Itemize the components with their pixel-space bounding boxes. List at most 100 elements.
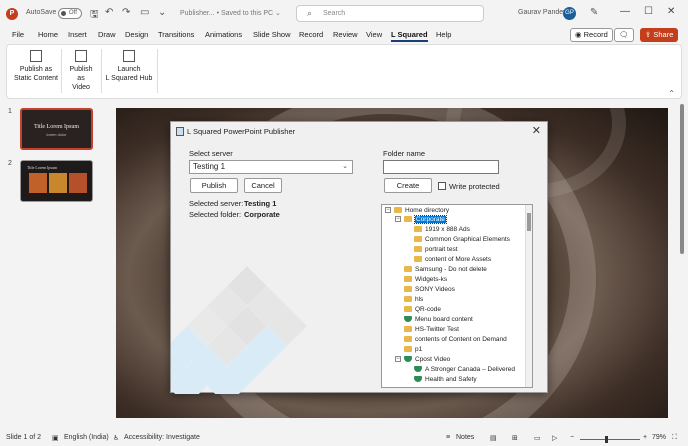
slide-thumbnail-1[interactable]: Title Lorem Ipsum lorem dolor — [20, 108, 93, 150]
dialog-title: L Squared PowerPoint Publisher — [187, 127, 296, 136]
tree-node[interactable]: portrait test — [414, 245, 458, 254]
tab-record[interactable]: Record — [299, 30, 323, 39]
language-status[interactable]: English (India) — [64, 434, 109, 441]
folder-icon — [414, 226, 422, 232]
slide-thumbnail-2[interactable]: Title Lorem Ipsum — [20, 160, 93, 202]
shield-icon — [414, 366, 422, 372]
tree-scrollbar-thumb[interactable] — [527, 213, 531, 231]
tree-node[interactable]: A Stronger Canada – Delivered — [414, 365, 515, 374]
menu-bar: File Home Insert Draw Design Transitions… — [0, 28, 688, 43]
slideshow-icon[interactable]: ▷ — [552, 434, 557, 442]
tree-node[interactable]: Common Graphical Elements — [414, 235, 510, 244]
selected-server-value: Testing 1 — [244, 199, 277, 208]
close-icon[interactable]: ✕ — [532, 124, 541, 137]
folder-icon — [394, 207, 402, 213]
thumb2-title: Title Lorem Ipsum — [27, 165, 58, 170]
tab-view[interactable]: View — [366, 30, 382, 39]
tab-review[interactable]: Review — [333, 30, 358, 39]
collapse-toggle-icon[interactable]: − — [385, 207, 391, 213]
tab-slide-show[interactable]: Slide Show — [253, 30, 291, 39]
tree-node[interactable]: 1919 x 888 Ads — [414, 225, 470, 234]
tree-node[interactable]: hls — [404, 295, 423, 304]
tree-node[interactable]: HS-Twitter Test — [404, 325, 459, 334]
tab-draw[interactable]: Draw — [98, 30, 116, 39]
zoom-slider-knob[interactable] — [605, 436, 608, 443]
tab-home[interactable]: Home — [38, 30, 58, 39]
tab-transitions[interactable]: Transitions — [158, 30, 194, 39]
comments-button[interactable]: 🗨 — [614, 28, 634, 42]
tree-node[interactable]: p1 — [404, 345, 422, 354]
tree-node[interactable]: Home directory — [394, 206, 449, 215]
reading-view-icon[interactable]: ▭ — [534, 434, 541, 442]
search-box[interactable]: ⌕ Search — [296, 5, 484, 22]
undo-icon[interactable]: ↶ — [105, 7, 113, 18]
notes-button[interactable]: Notes — [456, 434, 474, 441]
server-select[interactable]: Testing 1 ⌄ — [189, 160, 353, 174]
tab-insert[interactable]: Insert — [68, 30, 87, 39]
collapse-toggle-icon[interactable]: − — [395, 216, 401, 222]
pen-icon[interactable]: ✎ — [590, 7, 598, 18]
zoom-out-icon[interactable]: − — [570, 434, 574, 441]
publish-video-button[interactable]: Publish as Video — [65, 50, 97, 92]
ribbon: Publish as Static Content Publish as Vid… — [6, 44, 682, 99]
close-window-icon[interactable]: ✕ — [667, 6, 675, 17]
present-icon[interactable]: ▭ — [140, 7, 149, 18]
accessibility-icon[interactable]: ♿ — [113, 434, 119, 442]
tab-design[interactable]: Design — [125, 30, 148, 39]
customize-toolbar-icon[interactable]: ⌄ — [158, 7, 166, 18]
tree-node[interactable]: Widgets-ks — [404, 275, 447, 284]
redo-icon[interactable]: ↷ — [122, 7, 130, 18]
file-title[interactable]: Publisher... • Saved to this PC ⌄ — [180, 9, 281, 17]
tree-node[interactable]: contents of Content on Demand — [404, 335, 507, 344]
accessibility-status[interactable]: Accessibility: Investigate — [124, 434, 200, 441]
tree-node[interactable]: Health and Safety — [414, 375, 477, 384]
zoom-level[interactable]: 79% — [652, 434, 666, 441]
zoom-slider[interactable] — [580, 439, 640, 440]
collapse-toggle-icon[interactable]: − — [395, 356, 401, 362]
folder-icon — [404, 266, 412, 272]
tree-node[interactable]: QR-code — [404, 305, 441, 314]
tab-l-squared[interactable]: L Squared — [391, 30, 428, 42]
chevron-down-icon: ⌄ — [342, 163, 348, 170]
folder-tree[interactable]: − Home directory − Corporate 1919 x 888 … — [381, 204, 533, 388]
zoom-in-icon[interactable]: + — [643, 434, 647, 441]
launch-hub-button[interactable]: Launch L Squared Hub — [105, 50, 153, 83]
normal-view-icon[interactable]: ▤ — [490, 434, 497, 442]
tree-node[interactable]: Cpost Video — [404, 355, 450, 364]
slide-counter: Slide 1 of 2 — [6, 434, 42, 441]
user-name[interactable]: Gaurav Pandey — [518, 9, 567, 16]
write-protected-checkbox[interactable] — [438, 182, 446, 190]
tab-animations[interactable]: Animations — [205, 30, 242, 39]
tree-node[interactable]: Menu board content — [404, 315, 473, 324]
fit-to-window-icon[interactable]: ⛶ — [672, 434, 677, 442]
tree-node[interactable]: SONY Videos — [404, 285, 455, 294]
folder-icon — [414, 246, 422, 252]
record-button[interactable]: ◉ Record — [570, 28, 613, 42]
share-button[interactable]: ⇪ Share — [640, 28, 679, 42]
slide-scrollbar[interactable] — [679, 100, 685, 430]
publish-video-line1: Publish as — [69, 66, 93, 82]
autosave-toggle[interactable]: Off — [58, 8, 82, 19]
tree-node[interactable]: Samsung - Do not delete — [404, 265, 487, 274]
cancel-button[interactable]: Cancel — [244, 178, 282, 193]
maximize-icon[interactable]: ☐ — [644, 6, 653, 17]
write-protected-label: Write protected — [449, 182, 500, 191]
publish-static-button[interactable]: Publish as Static Content — [13, 50, 59, 83]
collapse-ribbon-icon[interactable]: ⌃ — [668, 89, 675, 98]
minimize-icon[interactable]: — — [620, 6, 630, 17]
slide-sorter-icon[interactable]: ⊞ — [512, 434, 518, 442]
scrollbar-thumb[interactable] — [680, 104, 684, 254]
folder-name-input[interactable] — [383, 160, 499, 174]
proofing-icon[interactable]: ▣ — [52, 434, 59, 442]
tree-scrollbar[interactable] — [525, 205, 532, 387]
create-button[interactable]: Create — [384, 178, 432, 193]
tab-help[interactable]: Help — [436, 30, 451, 39]
publish-button[interactable]: Publish — [190, 178, 238, 193]
tree-node[interactable]: content of More Assets — [414, 255, 491, 264]
tree-node[interactable]: Corporate — [404, 215, 447, 224]
avatar[interactable]: GP — [563, 7, 576, 20]
tab-file[interactable]: File — [12, 30, 24, 39]
save-icon[interactable]: 🖫 — [90, 7, 99, 24]
ribbon-divider — [157, 49, 158, 93]
notes-icon[interactable]: ≡ — [446, 434, 450, 441]
